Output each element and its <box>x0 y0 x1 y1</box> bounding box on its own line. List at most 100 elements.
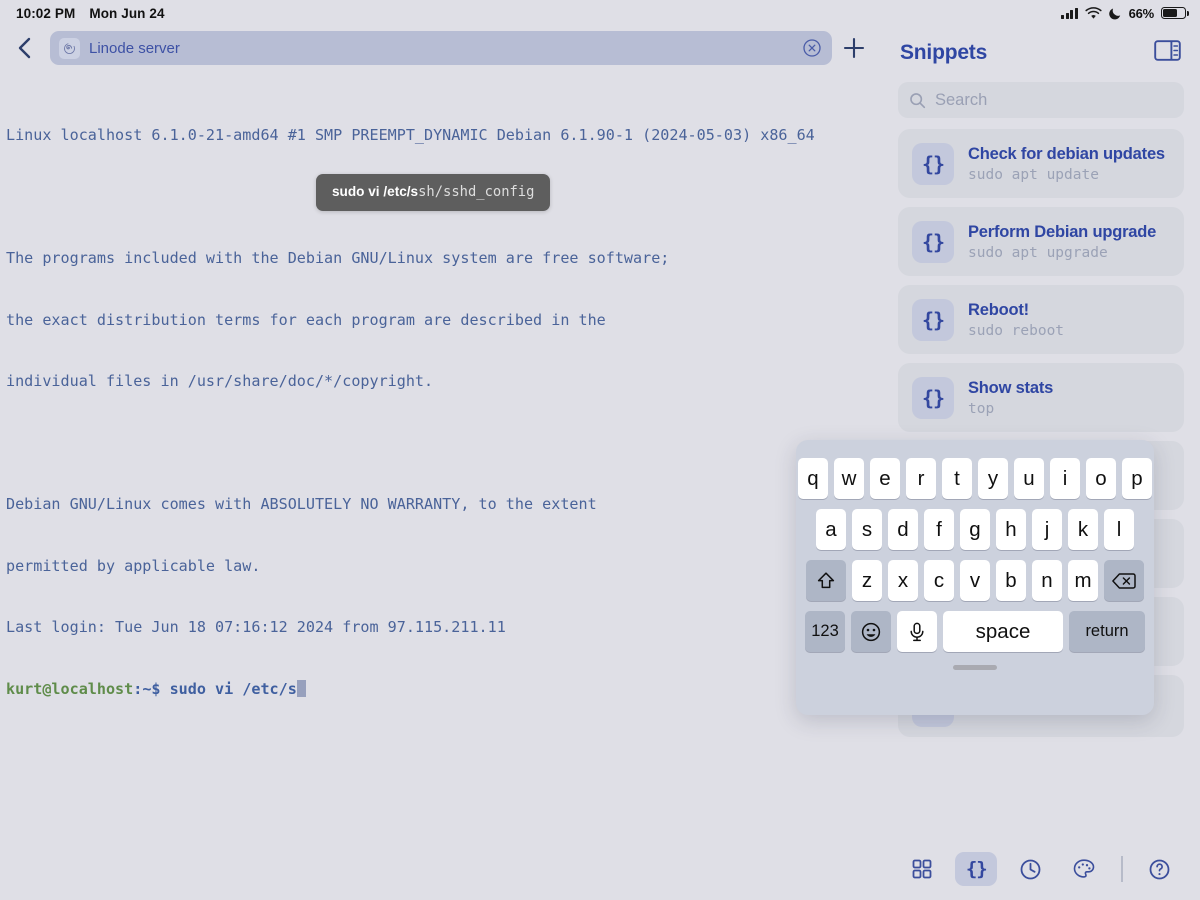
space-key[interactable]: space <box>943 611 1063 652</box>
close-circle-icon[interactable] <box>802 38 822 58</box>
cellular-signal-icon <box>1061 8 1078 19</box>
shift-icon <box>815 570 837 592</box>
terminal-line: The programs included with the Debian GN… <box>6 248 874 269</box>
key-k[interactable]: k <box>1068 509 1098 550</box>
key-w[interactable]: w <box>834 458 864 499</box>
emoji-icon <box>860 621 882 643</box>
ipad-terminal-app: 10:02 PM Mon Jun 24 66% <box>0 0 1200 900</box>
key-y[interactable]: y <box>978 458 1008 499</box>
return-key[interactable]: return <box>1069 611 1145 652</box>
key-l[interactable]: l <box>1104 509 1134 550</box>
terminal-output[interactable]: Linux localhost 6.1.0-21-amd64 #1 SMP PR… <box>0 70 882 781</box>
braces-icon: {} <box>912 299 954 341</box>
new-tab-button[interactable] <box>840 34 868 62</box>
toolbar-grid-button[interactable] <box>901 852 943 886</box>
floating-keyboard[interactable]: q w e r t y u i o p a s d f g h j k l <box>796 440 1154 715</box>
terminal-line: permitted by applicable law. <box>6 556 874 577</box>
status-bar-right: 66% <box>1061 6 1186 21</box>
braces-icon: {} <box>912 221 954 263</box>
terminal-tab[interactable]: Linode server <box>50 31 832 65</box>
snippet-command: sudo apt upgrade <box>968 245 1156 261</box>
keyboard-drag-handle[interactable] <box>953 665 997 670</box>
terminal-prompt-line: kurt@localhost:~$ sudo vi /etc/s <box>6 679 874 700</box>
key-a[interactable]: a <box>816 509 846 550</box>
terminal-line: Debian GNU/Linux comes with ABSOLUTELY N… <box>6 494 874 515</box>
key-j[interactable]: j <box>1032 509 1062 550</box>
snippet-item[interactable]: {} Perform Debian upgrade sudo apt upgra… <box>898 207 1184 276</box>
status-bar-left: 10:02 PM Mon Jun 24 <box>16 6 165 21</box>
key-g[interactable]: g <box>960 509 990 550</box>
key-f[interactable]: f <box>924 509 954 550</box>
key-p[interactable]: p <box>1122 458 1152 499</box>
key-u[interactable]: u <box>1014 458 1044 499</box>
wifi-icon <box>1085 7 1102 20</box>
search-placeholder: Search <box>935 91 987 110</box>
terminal-line: individual files in /usr/share/doc/*/cop… <box>6 371 874 392</box>
backspace-key[interactable] <box>1104 560 1144 601</box>
key-x[interactable]: x <box>888 560 918 601</box>
status-bar: 10:02 PM Mon Jun 24 66% <box>0 0 1200 26</box>
key-e[interactable]: e <box>870 458 900 499</box>
key-n[interactable]: n <box>1032 560 1062 601</box>
autocomplete-typed: sudo vi /etc/s <box>332 184 418 199</box>
debian-swirl-icon <box>59 38 80 59</box>
key-h[interactable]: h <box>996 509 1026 550</box>
snippet-name: Perform Debian upgrade <box>968 223 1156 242</box>
status-time: 10:02 PM <box>16 6 75 21</box>
key-s[interactable]: s <box>852 509 882 550</box>
emoji-key[interactable] <box>851 611 891 652</box>
snippet-texts: Perform Debian upgrade sudo apt upgrade <box>968 223 1156 261</box>
toolbar-history-button[interactable] <box>1009 852 1051 886</box>
sidebar-panel-icon[interactable] <box>1154 39 1182 67</box>
snippet-item[interactable]: {} Show stats top <box>898 363 1184 432</box>
microphone-key[interactable] <box>897 611 937 652</box>
tab-bar: Linode server <box>0 26 882 70</box>
prompt-command: :~$ sudo vi /etc/s <box>133 680 297 698</box>
toolbar-themes-button[interactable] <box>1063 852 1105 886</box>
snippets-toolbar: {} <box>882 852 1200 886</box>
key-d[interactable]: d <box>888 509 918 550</box>
snippet-texts: Show stats top <box>968 379 1053 417</box>
braces-icon: {} <box>912 143 954 185</box>
snippet-texts: Reboot! sudo reboot <box>968 301 1064 339</box>
toolbar-help-button[interactable] <box>1139 852 1181 886</box>
snippet-command: top <box>968 401 1053 417</box>
key-q[interactable]: q <box>798 458 828 499</box>
key-z[interactable]: z <box>852 560 882 601</box>
chevron-left-icon <box>15 36 35 60</box>
key-v[interactable]: v <box>960 560 990 601</box>
help-icon <box>1148 858 1171 881</box>
key-m[interactable]: m <box>1068 560 1098 601</box>
snippet-item[interactable]: {} Reboot! sudo reboot <box>898 285 1184 354</box>
plus-icon <box>841 35 867 61</box>
backspace-icon <box>1111 571 1137 591</box>
search-input[interactable]: Search <box>898 82 1184 118</box>
snippet-item[interactable]: {} Check for debian updates sudo apt upd… <box>898 129 1184 198</box>
microphone-icon <box>907 621 927 643</box>
toolbar-divider <box>1121 856 1122 882</box>
key-b[interactable]: b <box>996 560 1026 601</box>
terminal-pane: Linode server Linux localhost 6.1.0-21-a… <box>0 26 882 900</box>
snippet-command: sudo reboot <box>968 323 1064 339</box>
shift-key[interactable] <box>806 560 846 601</box>
toolbar-snippets-button[interactable]: {} <box>955 852 997 886</box>
key-o[interactable]: o <box>1086 458 1116 499</box>
snippet-texts: Check for debian updates sudo apt update <box>968 145 1165 183</box>
battery-percentage: 66% <box>1129 6 1154 21</box>
numbers-key[interactable]: 123 <box>805 611 845 652</box>
terminal-blank-line <box>6 433 874 454</box>
clock-icon <box>1019 858 1042 881</box>
braces-icon: {} <box>966 858 987 880</box>
key-r[interactable]: r <box>906 458 936 499</box>
snippet-name: Show stats <box>968 379 1053 398</box>
key-t[interactable]: t <box>942 458 972 499</box>
tab-title: Linode server <box>89 40 793 57</box>
key-i[interactable]: i <box>1050 458 1080 499</box>
snippets-title: Snippets <box>900 41 987 65</box>
snippet-name: Check for debian updates <box>968 145 1165 164</box>
autocomplete-suggestion[interactable]: sudo vi /etc/ssh/sshd_config <box>316 174 550 211</box>
keyboard-row-2: a s d f g h j k l <box>802 509 1148 550</box>
back-button[interactable] <box>8 31 42 65</box>
palette-icon <box>1072 858 1096 880</box>
key-c[interactable]: c <box>924 560 954 601</box>
